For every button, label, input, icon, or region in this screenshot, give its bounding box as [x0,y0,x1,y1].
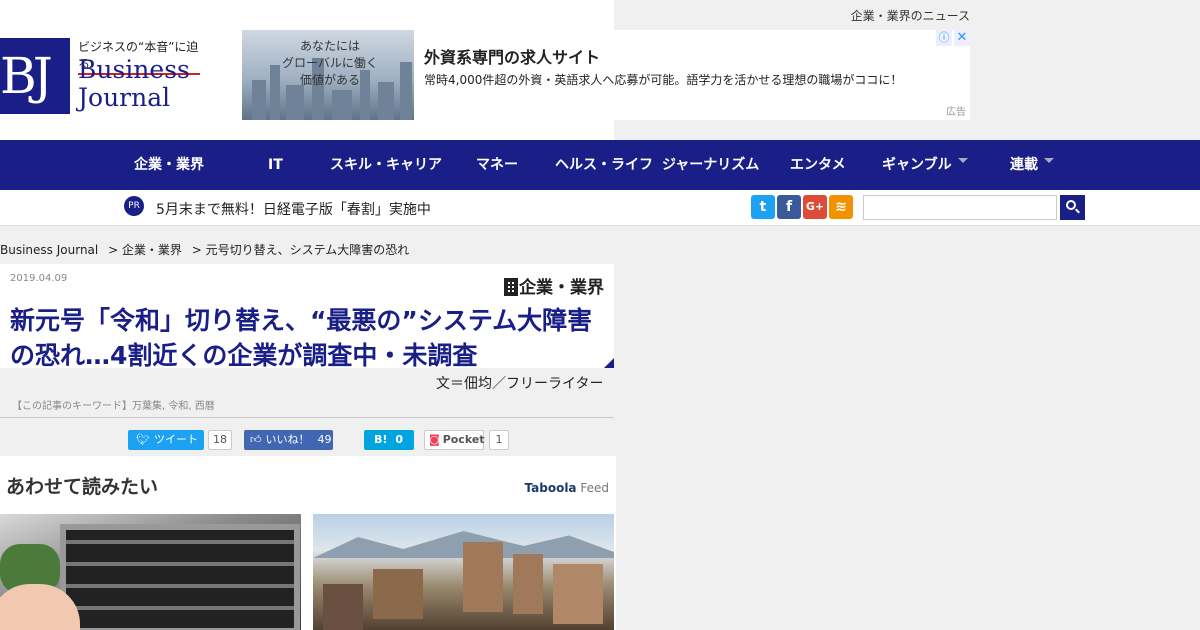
nav-item-career[interactable]: スキル・キャリア [330,140,442,190]
logo-mark: BJ [0,38,70,114]
nav-item-series[interactable]: 連載 [1010,140,1054,190]
logo-name-line1: Business [78,55,190,84]
sub-bar: PR 5月末まで無料！日経電子版「春割」実施中 t f G+ ≋ [0,190,1200,226]
article-date: 2019.04.09 [10,273,68,284]
nav-item-health[interactable]: ヘルス・ライフ [555,140,653,190]
ad-info-icon[interactable]: ⓘ [936,30,952,46]
search-input[interactable] [863,195,1057,220]
ad-description[interactable]: 常時4,000件超の外資・英語求人へ応募が可能。語学力を活かせる理想の職場がココ… [424,71,902,88]
pr-link[interactable]: 5月末まで無料！日経電子版「春割」実施中 [156,199,431,219]
corner-decoration [604,358,614,368]
article-header: 2019.04.09 企業・業界 新元号「令和」切り替え、“最悪の”システム大障… [0,264,614,368]
rss-icon[interactable]: ≋ [829,195,853,219]
thumbs-up-icon: 👍︎ [250,433,262,446]
breadcrumb: Business Journal > 企業・業界 > 元号切り替え、システム大障… [0,241,415,258]
breadcrumb-current: > 元号切り替え、システム大障害の恐れ [191,243,410,257]
related-thumbnail[interactable] [313,514,614,630]
main-nav: 企業・業界 IT スキル・キャリア マネー ヘルス・ライフ ジャーナリズム エン… [0,140,1200,190]
nav-item-it[interactable]: IT [268,140,283,190]
twitter-icon: 🐦︎ [136,433,150,446]
breadcrumb-home[interactable]: Business Journal [0,243,98,257]
pocket-button[interactable]: ◙ Pocket [424,430,485,450]
tweet-count: 18 [208,430,232,450]
nav-item-money[interactable]: マネー [476,140,518,190]
twitter-icon[interactable]: t [751,195,775,219]
search-button[interactable] [1060,195,1085,220]
nav-item-journalism[interactable]: ジャーナリズム [662,140,759,190]
related-title: あわせて読みたい [6,476,159,498]
like-button[interactable]: 👍︎ いいね！ 49 [244,430,333,450]
hatena-button[interactable]: B! 0 [364,430,414,450]
hatena-count: 0 [395,433,404,446]
chevron-down-icon [957,158,968,163]
chevron-down-icon [1044,158,1054,163]
taboola-logo[interactable]: Taboola Feed [525,481,610,495]
article-category[interactable]: 企業・業界 [504,273,604,298]
nav-item-entertainment[interactable]: エンタメ [790,140,846,190]
breadcrumb-category[interactable]: > 企業・業界 [108,243,182,257]
hatena-icon: B! [374,433,388,446]
googleplus-icon[interactable]: G+ [803,195,827,219]
site-logo[interactable]: BJ ビジネスの“本音”に迫る Business Journal [0,38,200,118]
article-author: 文＝佃均／フリーライター [436,376,604,392]
divider [0,417,614,418]
pocket-icon: ◙ [429,433,440,446]
logo-name: Business Journal [78,56,190,112]
pr-badge: PR [124,196,144,216]
ad-label: 広告 [946,107,966,118]
article-keywords: 【この記事のキーワード】万葉集, 令和, 西暦 [12,401,215,412]
like-count: 49 [317,433,332,446]
tweet-button[interactable]: 🐦︎ ツイート [128,430,204,450]
nav-item-gamble[interactable]: ギャンブル [882,140,968,190]
ad-title[interactable]: 外資系専門の求人サイト [424,44,600,68]
building-icon [504,278,518,296]
nav-item-business[interactable]: 企業・業界 [134,140,204,190]
related-section: あわせて読みたい Taboola Feed [0,456,616,630]
ad-image[interactable]: あなたには グローバルに働く 価値がある [242,30,414,120]
facebook-icon[interactable]: f [777,195,801,219]
logo-name-line2: Journal [78,83,171,112]
pocket-count: 1 [489,430,509,450]
article-headline: 新元号「令和」切り替え、“最悪の”システム大障害の恐れ…4割近くの企業が調査中・… [10,306,593,368]
ad-banner[interactable]: あなたには グローバルに働く 価値がある 外資系専門の求人サイト 常時4,000… [242,30,970,120]
ad-image-text: あなたには グローバルに働く 価値がある [282,39,378,87]
related-thumbnail[interactable] [0,514,301,630]
ad-close-icon[interactable]: ✕ [954,30,970,46]
top-news-link[interactable]: 企業・業界のニュース [851,7,970,24]
